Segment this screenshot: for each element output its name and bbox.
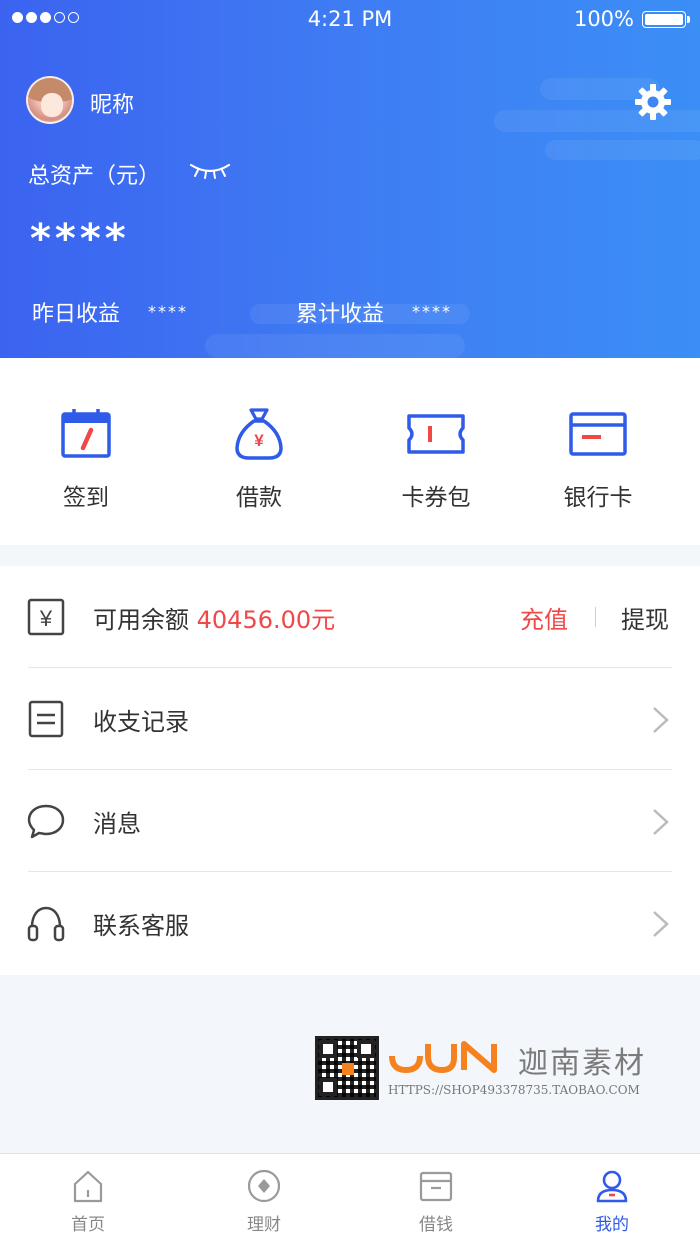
quick-action-label: 借款 [236, 485, 282, 511]
battery-icon [642, 11, 690, 28]
battery-percent: 100% [573, 7, 634, 31]
home-icon [73, 1170, 103, 1203]
headset-icon [27, 906, 65, 942]
tab-mine[interactable]: 我的 [552, 1168, 672, 1235]
tab-label: 首页 [71, 1215, 105, 1235]
record-icon [28, 700, 64, 738]
tab-label: 借钱 [419, 1215, 453, 1235]
menu-item-label: 收支记录 [93, 708, 189, 736]
tab-label: 我的 [595, 1215, 629, 1235]
recharge-button[interactable]: 充值 [520, 600, 568, 635]
menu-item-label: 消息 [93, 810, 141, 838]
menu-item-customer-service[interactable]: 联系客服 [0, 872, 700, 974]
total-assets-label: 总资产（元） [28, 164, 161, 189]
yesterday-earnings-value: **** [148, 302, 188, 321]
chevron-right-icon [653, 707, 669, 733]
svg-text:¥: ¥ [254, 431, 264, 450]
profile-header: 4:21 PM 100% 昵称 总资产（元） **** 昨日收益 **** 累计… [0, 0, 700, 358]
nickname[interactable]: 昵称 [90, 87, 134, 119]
ticket-icon [407, 414, 465, 454]
calendar-icon [61, 409, 111, 458]
quick-action-label: 银行卡 [563, 485, 633, 511]
cumulative-earnings-value: **** [412, 302, 452, 321]
tab-finance[interactable]: 理财 [204, 1168, 324, 1235]
yesterday-earnings-label: 昨日收益 [32, 302, 121, 327]
menu-item-transactions[interactable]: 收支记录 [0, 668, 700, 770]
watermark-brand: 迦南素材 [518, 1046, 646, 1081]
watermark-url: HTTPS://SHOP493378735.TAOBAO.COM [388, 1083, 640, 1097]
quick-action-checkin[interactable]: 签到 [16, 406, 156, 512]
quick-action-bank-card[interactable]: 银行卡 [528, 406, 668, 512]
settings-gear-icon[interactable] [633, 82, 673, 122]
tab-home[interactable]: 首页 [28, 1168, 148, 1235]
balance-amount: 40456.00元 [196, 606, 336, 634]
balance-row: ¥ 可用余额 40456.00元 充值 提现 [0, 566, 700, 668]
status-bar: 4:21 PM 100% [0, 0, 700, 40]
tab-loan[interactable]: 借钱 [376, 1168, 496, 1235]
menu-item-label: 联系客服 [93, 912, 189, 940]
chevron-right-icon [653, 809, 669, 835]
svg-text:¥: ¥ [39, 606, 53, 631]
total-assets-value: **** [30, 216, 130, 262]
balance-label: 可用余额 [93, 606, 189, 634]
eye-closed-icon[interactable] [188, 161, 232, 181]
quick-action-loan[interactable]: ¥ 借款 [189, 406, 329, 512]
watermark-logo [389, 1041, 497, 1074]
avatar[interactable] [26, 76, 74, 124]
chevron-right-icon [653, 911, 669, 937]
money-bag-icon: ¥ [235, 408, 283, 460]
cumulative-earnings-label: 累计收益 [296, 302, 385, 327]
finance-icon [247, 1169, 281, 1203]
yuan-document-icon: ¥ [27, 598, 65, 636]
quick-actions: 签到 ¥ 借款 卡券包 银行卡 [0, 358, 700, 545]
user-icon [596, 1170, 628, 1203]
bottom-tab-bar: 首页 理财 借钱 我的 [0, 1153, 700, 1245]
quick-action-label: 签到 [63, 485, 109, 511]
divider [595, 607, 596, 627]
bank-card-icon [569, 412, 627, 456]
quick-action-coupons[interactable]: 卡券包 [366, 406, 506, 512]
withdraw-button[interactable]: 提现 [621, 600, 669, 635]
tab-label: 理财 [247, 1215, 281, 1235]
quick-action-label: 卡券包 [401, 485, 471, 511]
message-icon [27, 804, 65, 839]
loan-icon [419, 1171, 453, 1202]
account-menu: ¥ 可用余额 40456.00元 充值 提现 收支记录 消息 联系客服 [0, 566, 700, 975]
menu-item-messages[interactable]: 消息 [0, 770, 700, 872]
qr-code [315, 1036, 379, 1100]
